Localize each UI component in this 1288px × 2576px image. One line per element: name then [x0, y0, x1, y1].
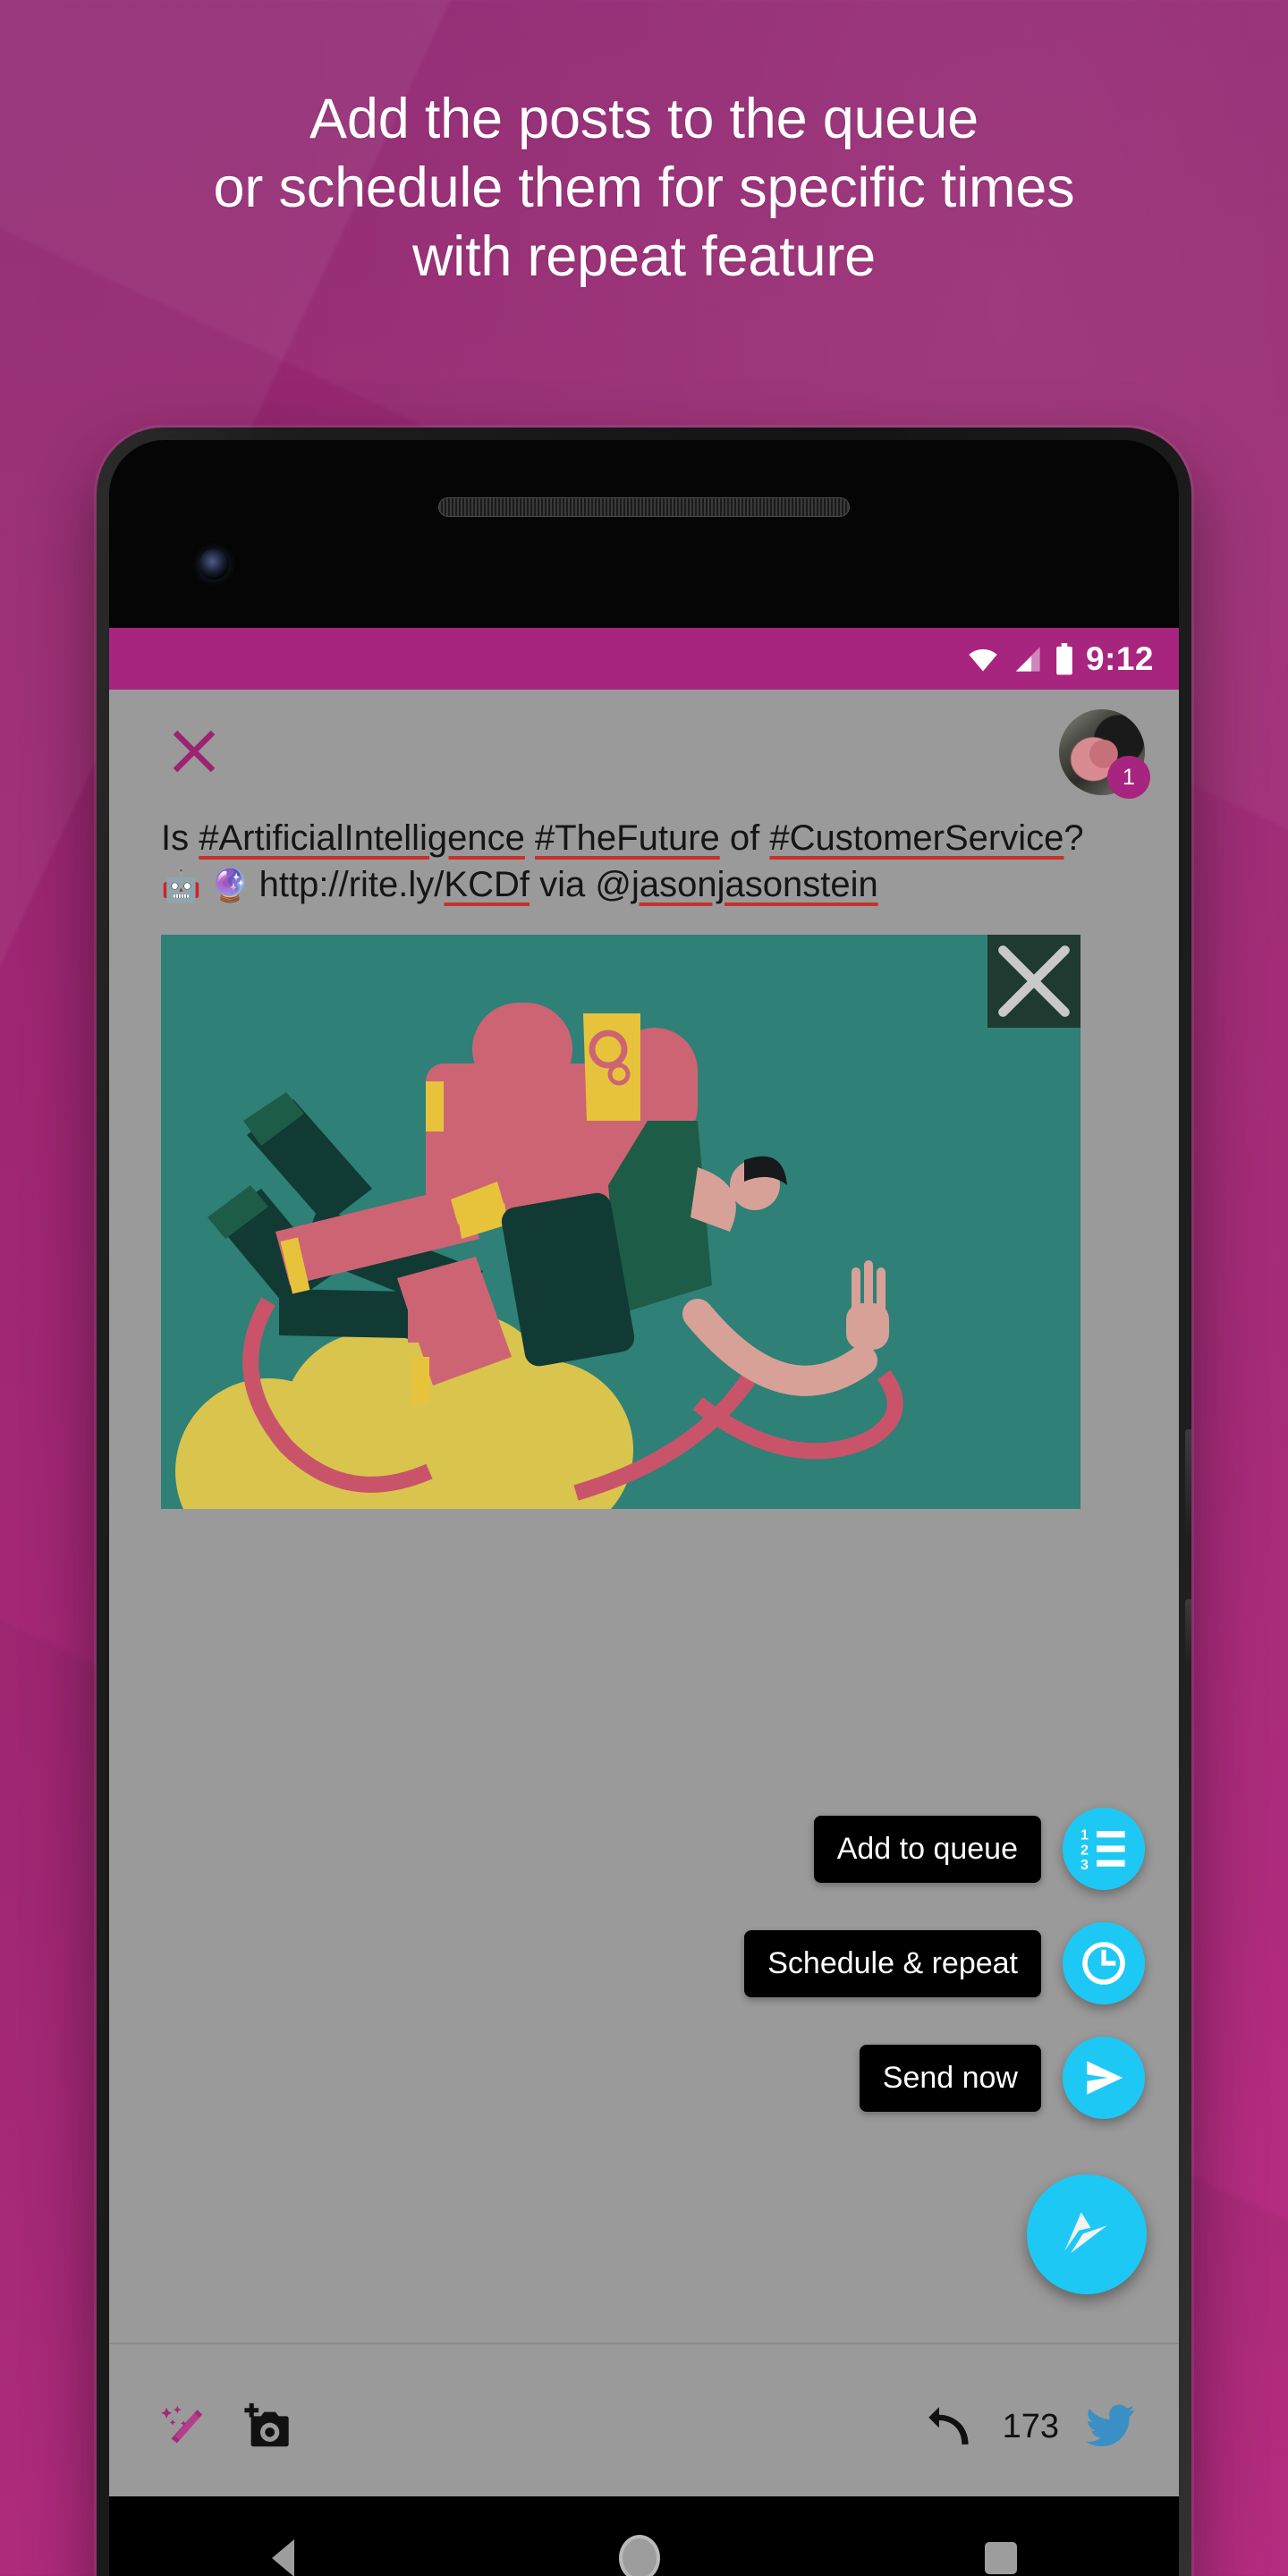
tweet-token	[525, 818, 535, 858]
promo-headline: Add the posts to the queue or schedule t…	[0, 85, 1288, 292]
phone-bezel: 9:12 1 Is #ArtificialIntelligence #TheFu…	[109, 440, 1179, 2576]
tweet-text[interactable]: Is #ArtificialIntelligence #TheFuture of…	[109, 815, 1179, 908]
headline-line-2: or schedule them for specific times	[213, 156, 1075, 219]
cellular-signal-icon	[1015, 646, 1040, 672]
action-label: Add to queue	[813, 1815, 1041, 1883]
magic-wand-icon[interactable]	[159, 2401, 211, 2453]
numbered-list-icon: 1 2 3	[1080, 1828, 1125, 1873]
composer-toolbar: 173	[109, 2343, 1179, 2509]
action-add-to-queue[interactable]: Add to queue 1 2 3	[813, 1808, 1145, 1890]
schedule-repeat-button[interactable]	[1063, 1922, 1145, 2004]
add-photo-icon[interactable]	[242, 2401, 293, 2453]
action-label: Send now	[859, 2044, 1041, 2112]
power-button[interactable]	[1185, 1599, 1191, 1664]
action-schedule-repeat[interactable]: Schedule & repeat	[744, 1922, 1145, 2004]
home-button-icon[interactable]	[618, 2534, 660, 2576]
svg-text:1: 1	[1080, 1828, 1089, 1843]
phone-screen: 9:12 1 Is #ArtificialIntelligence #TheFu…	[109, 628, 1179, 2509]
headline-line-1: Add the posts to the queue	[309, 88, 979, 150]
status-bar-time: 9:12	[1085, 640, 1154, 677]
composer-header: 1	[109, 690, 1179, 815]
tweet-token-highlighted: #ArtificialIntelligence	[199, 818, 525, 858]
tweet-token: of	[719, 818, 770, 858]
add-to-queue-button[interactable]: 1 2 3	[1063, 1808, 1145, 1890]
tweet-token-highlighted: #TheFuture	[535, 818, 720, 858]
account-avatar[interactable]: 1	[1059, 709, 1150, 799]
remove-image-button[interactable]	[987, 935, 1080, 1028]
clock-icon	[1082, 1942, 1125, 1985]
send-arrow-icon	[1087, 2061, 1123, 2095]
tweet-token-highlighted: jasonjasonstein	[631, 865, 878, 904]
phone-mockup: 9:12 1 Is #ArtificialIntelligence #TheFu…	[97, 428, 1191, 2576]
tweet-token-highlighted: KCDf	[444, 865, 530, 904]
recents-button-icon[interactable]	[984, 2541, 1017, 2574]
send-now-button[interactable]	[1063, 2037, 1145, 2119]
avatar-badge: 1	[1107, 756, 1150, 799]
undo-icon[interactable]	[926, 2402, 976, 2452]
headline-line-3: with repeat feature	[411, 225, 876, 288]
tweet-token: http://rite.ly/	[258, 865, 445, 904]
volume-button[interactable]	[1185, 1429, 1191, 1535]
action-send-now[interactable]: Send now	[859, 2037, 1145, 2119]
back-button-icon[interactable]	[271, 2538, 294, 2576]
close-icon[interactable]	[172, 729, 216, 774]
tweet-token: ?	[1063, 818, 1084, 858]
wifi-icon	[969, 648, 997, 671]
android-nav-bar	[109, 2496, 1179, 2576]
tweet-token: Is	[161, 818, 199, 858]
svg-text:3: 3	[1080, 1858, 1089, 1873]
svg-text:2: 2	[1080, 1843, 1089, 1858]
tweet-token-highlighted: #CustomerService	[769, 818, 1064, 858]
action-label: Schedule & repeat	[744, 1929, 1041, 1997]
battery-icon	[1056, 642, 1072, 674]
status-bar: 9:12	[109, 628, 1179, 690]
close-icon	[998, 945, 1070, 1017]
tweet-token: via @	[529, 865, 631, 904]
character-count: 173	[1002, 2407, 1059, 2445]
attached-image[interactable]	[161, 935, 1080, 1509]
front-camera	[199, 549, 229, 580]
paper-plane-icon	[1064, 2212, 1107, 2253]
composer-actions: Add to queue 1 2 3 Schedule & repeat Sen…	[744, 1808, 1147, 2294]
illustration-graphic	[161, 935, 1080, 1509]
earpiece-speaker	[438, 497, 850, 517]
tweet-token: 🤖 🔮	[161, 867, 259, 903]
compose-fab[interactable]	[1027, 2174, 1147, 2294]
twitter-bird-icon[interactable]	[1086, 2403, 1136, 2450]
